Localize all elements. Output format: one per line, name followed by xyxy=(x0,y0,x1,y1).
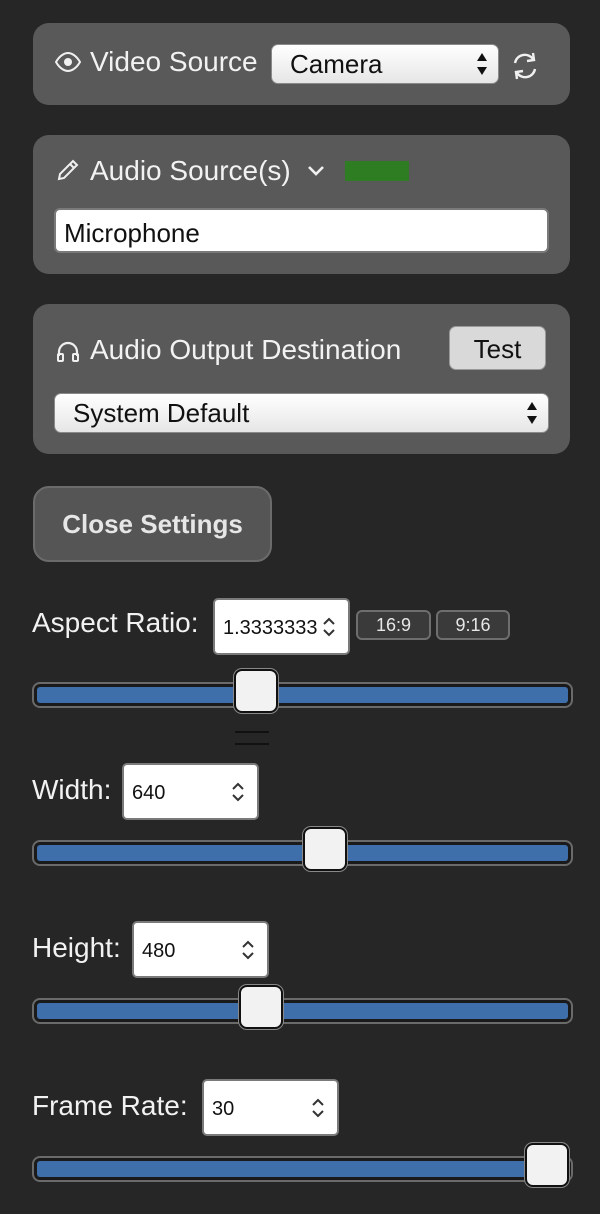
width-label: Width: xyxy=(32,774,112,805)
frame-rate-value: 30 xyxy=(212,1098,235,1120)
aspect-ratio-slider[interactable] xyxy=(32,669,573,713)
aspect-ratio-input[interactable]: 1.3333333 xyxy=(213,598,350,655)
audio-output-select[interactable]: System Default xyxy=(54,393,549,433)
aspect-ratio-value: 1.3333333 xyxy=(223,617,318,639)
slider-fill xyxy=(37,687,568,703)
spinner-icon[interactable] xyxy=(239,937,257,963)
video-source-label: Video Source xyxy=(90,46,258,77)
height-input[interactable]: 480 xyxy=(132,921,269,978)
audio-output-value: System Default xyxy=(73,398,250,428)
slider-thumb[interactable] xyxy=(525,1143,569,1187)
eye-icon xyxy=(54,51,82,73)
height-value: 480 xyxy=(142,940,176,962)
preset-16-9-button[interactable]: 16:9 xyxy=(356,610,431,640)
refresh-icon[interactable] xyxy=(511,51,539,81)
audio-source-field[interactable]: Microphone xyxy=(54,208,549,253)
aspect-ratio-label: Aspect Ratio: xyxy=(32,607,199,638)
slider-thumb[interactable] xyxy=(239,985,283,1029)
select-arrows-icon xyxy=(477,53,487,75)
select-arrows-icon xyxy=(527,402,537,424)
height-slider[interactable] xyxy=(32,985,573,1029)
audio-source-label: Audio Source(s) xyxy=(90,155,291,186)
audio-source-value: Microphone xyxy=(64,218,200,248)
video-source-select[interactable]: Camera xyxy=(271,44,499,84)
chevron-down-icon[interactable] xyxy=(306,163,326,179)
close-settings-button[interactable]: Close Settings xyxy=(33,486,272,562)
audio-level-meter xyxy=(345,161,409,181)
test-button[interactable]: Test xyxy=(449,326,546,370)
slider-fill xyxy=(37,1161,568,1177)
preset-9-16-button[interactable]: 9:16 xyxy=(436,610,510,640)
width-value: 640 xyxy=(132,782,166,804)
slider-thumb[interactable] xyxy=(234,669,278,713)
slider-thumb[interactable] xyxy=(303,827,347,871)
width-slider[interactable] xyxy=(32,827,573,871)
width-input[interactable]: 640 xyxy=(122,763,259,820)
video-source-value: Camera xyxy=(290,49,383,79)
frame-rate-slider[interactable] xyxy=(32,1143,573,1187)
audio-output-label: Audio Output Destination xyxy=(90,334,402,365)
spinner-icon[interactable] xyxy=(320,614,338,640)
slider-tick xyxy=(235,743,269,745)
pen-icon xyxy=(56,158,80,182)
frame-rate-label: Frame Rate: xyxy=(32,1090,188,1121)
spinner-icon[interactable] xyxy=(229,779,247,805)
height-label: Height: xyxy=(32,932,121,963)
slider-tick xyxy=(235,731,269,733)
slider-fill xyxy=(37,1003,568,1019)
frame-rate-input[interactable]: 30 xyxy=(202,1079,339,1136)
spinner-icon[interactable] xyxy=(309,1095,327,1121)
headphones-icon xyxy=(56,340,80,362)
